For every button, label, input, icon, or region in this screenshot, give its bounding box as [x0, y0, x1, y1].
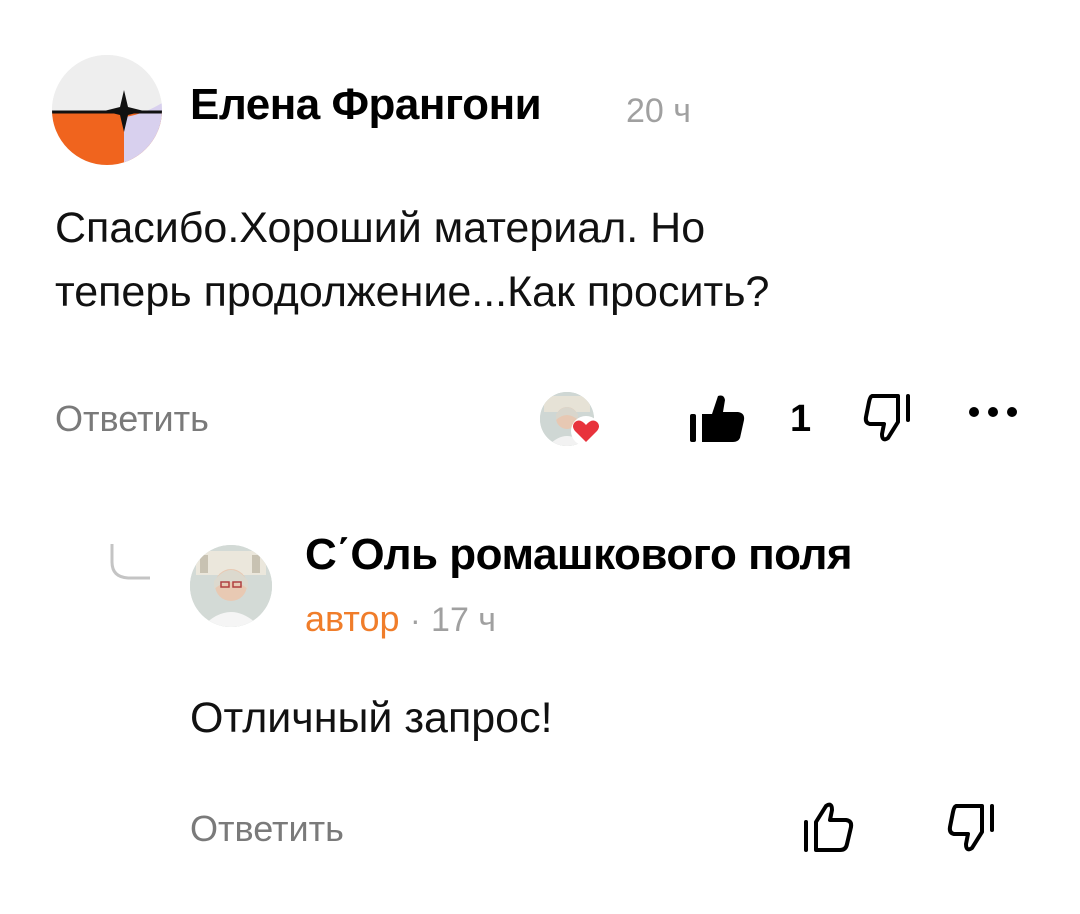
reply-thumbs-down-icon[interactable]: [946, 802, 1000, 860]
comment-author-name[interactable]: Елена Франгони: [190, 80, 542, 130]
reply-timestamp: 17 ч: [431, 601, 497, 639]
meta-separator: ·: [409, 602, 421, 638]
reply-meta: автор · 17 ч: [305, 598, 496, 640]
reply-reply-button[interactable]: Ответить: [190, 808, 344, 850]
heart-icon: [571, 416, 601, 446]
more-options-icon[interactable]: [966, 402, 1020, 422]
reply-text: Отличный запрос!: [190, 694, 553, 742]
comment-reply-button[interactable]: Ответить: [55, 398, 209, 440]
reply-thread-connector: [110, 544, 150, 580]
author-badge: автор: [305, 598, 400, 639]
author-heart-reaction[interactable]: [540, 392, 604, 448]
reply-author-name[interactable]: С΄Оль ромашкового поля: [305, 530, 853, 580]
author-avatar[interactable]: [52, 55, 162, 165]
comment-timestamp: 20 ч: [626, 92, 691, 130]
sparkle-logo-icon: [52, 55, 162, 165]
thumbs-down-icon[interactable]: [862, 392, 916, 450]
reply-author-avatar[interactable]: [190, 545, 272, 627]
thumbs-up-icon[interactable]: [800, 798, 860, 858]
thumbs-up-filled-icon[interactable]: [688, 392, 748, 446]
like-count: 1: [790, 398, 812, 440]
comment-text-line-1: Спасибо.Хороший материал. Но: [55, 204, 706, 252]
comment-text-line-2: теперь продолжение...Как просить?: [55, 268, 770, 316]
